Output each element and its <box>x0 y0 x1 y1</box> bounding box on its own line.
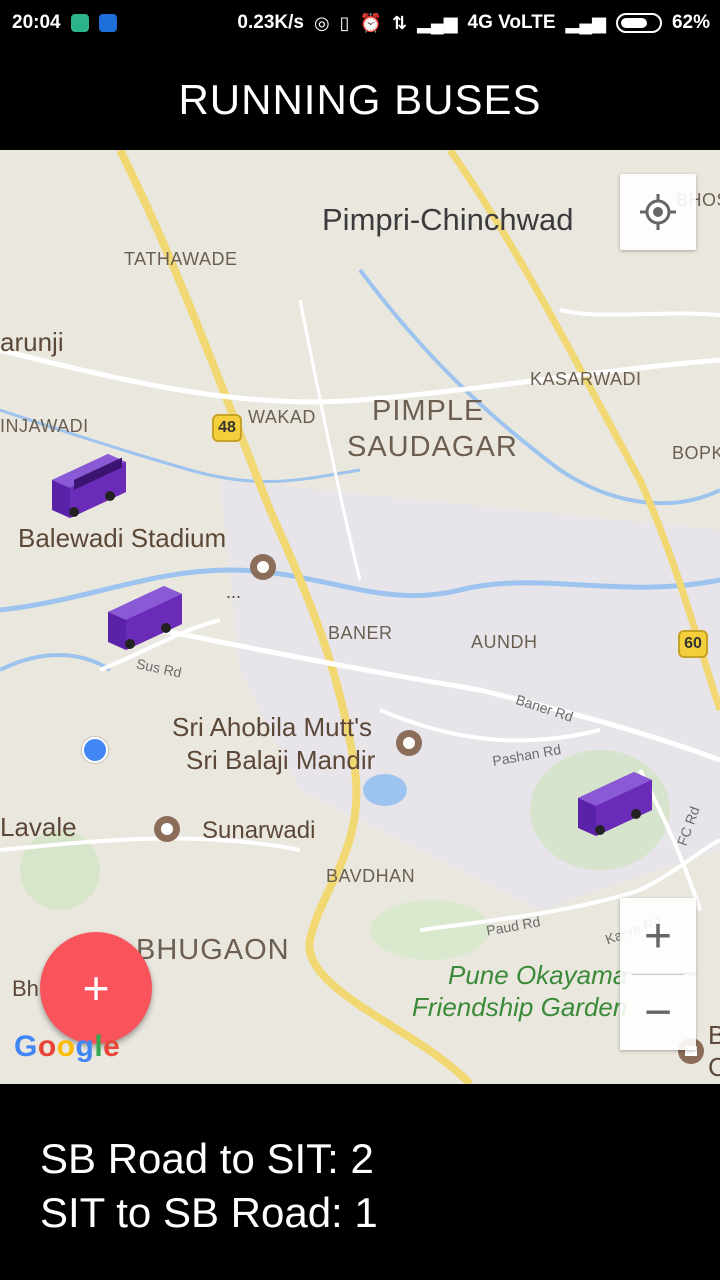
map-view[interactable]: Pimpri-Chinchwad TATHAWADE arunji INJAWA… <box>0 150 720 1084</box>
network-speed: 0.23K/s <box>237 12 304 33</box>
label-lavale: Lavale <box>0 812 77 842</box>
label-pimpri-chinchwad: Pimpri-Chinchwad <box>322 202 574 237</box>
signal-icon: ▂▄▆ <box>417 13 458 33</box>
vibrate-off-icon: ▯ <box>339 13 350 33</box>
label-baner: BANER <box>328 623 393 643</box>
label-marunji: arunji <box>0 327 64 357</box>
label-friendship-garden: Friendship Garden <box>412 992 628 1022</box>
label-wakad: WAKAD <box>248 407 316 427</box>
notification-icon <box>98 14 117 32</box>
zoom-out-button[interactable]: − <box>620 974 696 1050</box>
label-bavdhan: BAVDHAN <box>326 866 416 886</box>
google-logo: Google <box>14 1030 121 1063</box>
signal-icon-2: ▂▄▆ <box>565 13 606 33</box>
label-balewadi-stadium: Balewadi Stadium <box>18 523 227 553</box>
page-title: RUNNING BUSES <box>178 76 542 123</box>
summary-sb-to-sit: SB Road to SIT: 2 <box>40 1135 374 1182</box>
network-type: 4G VoLTE <box>467 12 556 33</box>
poi-sunarwadi-icon <box>154 816 180 842</box>
label-saudagar: SAUDAGAR <box>347 431 518 463</box>
bus-marker-2[interactable] <box>104 580 186 652</box>
status-bar: 20:04 0.23K/s ◎ ▯ ⏰ ⇅ ▂▄▆ 4G VoLTE ▂▄▆ 6… <box>0 0 720 50</box>
label-hinjawadi: INJAWADI <box>0 416 89 436</box>
label-kasarwadi: KASARWADI <box>530 369 642 389</box>
current-location-dot <box>82 737 108 763</box>
my-location-button[interactable] <box>620 174 696 250</box>
my-location-icon <box>640 194 676 230</box>
poi-temple-icon <box>396 730 422 756</box>
label-aundh: AUNDH <box>471 632 538 652</box>
add-button[interactable]: + <box>40 932 152 1044</box>
label-bhugaon: BHUGAON <box>136 934 290 966</box>
label-b-right: B <box>708 1020 720 1050</box>
data-icon: ⇅ <box>392 13 408 33</box>
poi-stadium-icon <box>250 554 276 580</box>
label-tathawade: TATHAWADE <box>124 249 238 269</box>
app-bar: RUNNING BUSES <box>0 50 720 150</box>
battery-icon <box>615 13 662 33</box>
label-c-right: C <box>708 1052 720 1082</box>
label-bopk: BOPK <box>672 443 720 463</box>
bus-marker-1[interactable] <box>48 448 130 520</box>
sync-icon: ◎ <box>313 13 330 33</box>
android-icon <box>70 14 89 32</box>
label-sri-ahobila: Sri Ahobila Mutt's <box>172 712 373 742</box>
label-sri-balaji: Sri Balaji Mandir <box>186 745 376 775</box>
bus-marker-3[interactable] <box>574 766 656 838</box>
status-time: 20:04 <box>12 12 61 33</box>
zoom-divider <box>632 974 684 975</box>
bus-summary-panel: SB Road to SIT: 2 SIT to SB Road: 1 <box>0 1084 720 1280</box>
highway-shield-48: 48 <box>212 414 242 442</box>
summary-sit-to-sb: SIT to SB Road: 1 <box>40 1189 378 1236</box>
highway-shield-60: 60 <box>678 630 708 658</box>
label-pimple: PIMPLE <box>372 395 485 427</box>
battery-level: 62% <box>671 12 710 33</box>
label-okayama: Pune Okayama <box>448 960 628 990</box>
label-dots: ... <box>226 582 242 602</box>
alarm-icon: ⏰ <box>359 13 382 33</box>
label-bh: Bh <box>12 976 39 1001</box>
label-sunarwadi: Sunarwadi <box>202 817 316 844</box>
zoom-in-button[interactable]: + <box>620 898 696 974</box>
